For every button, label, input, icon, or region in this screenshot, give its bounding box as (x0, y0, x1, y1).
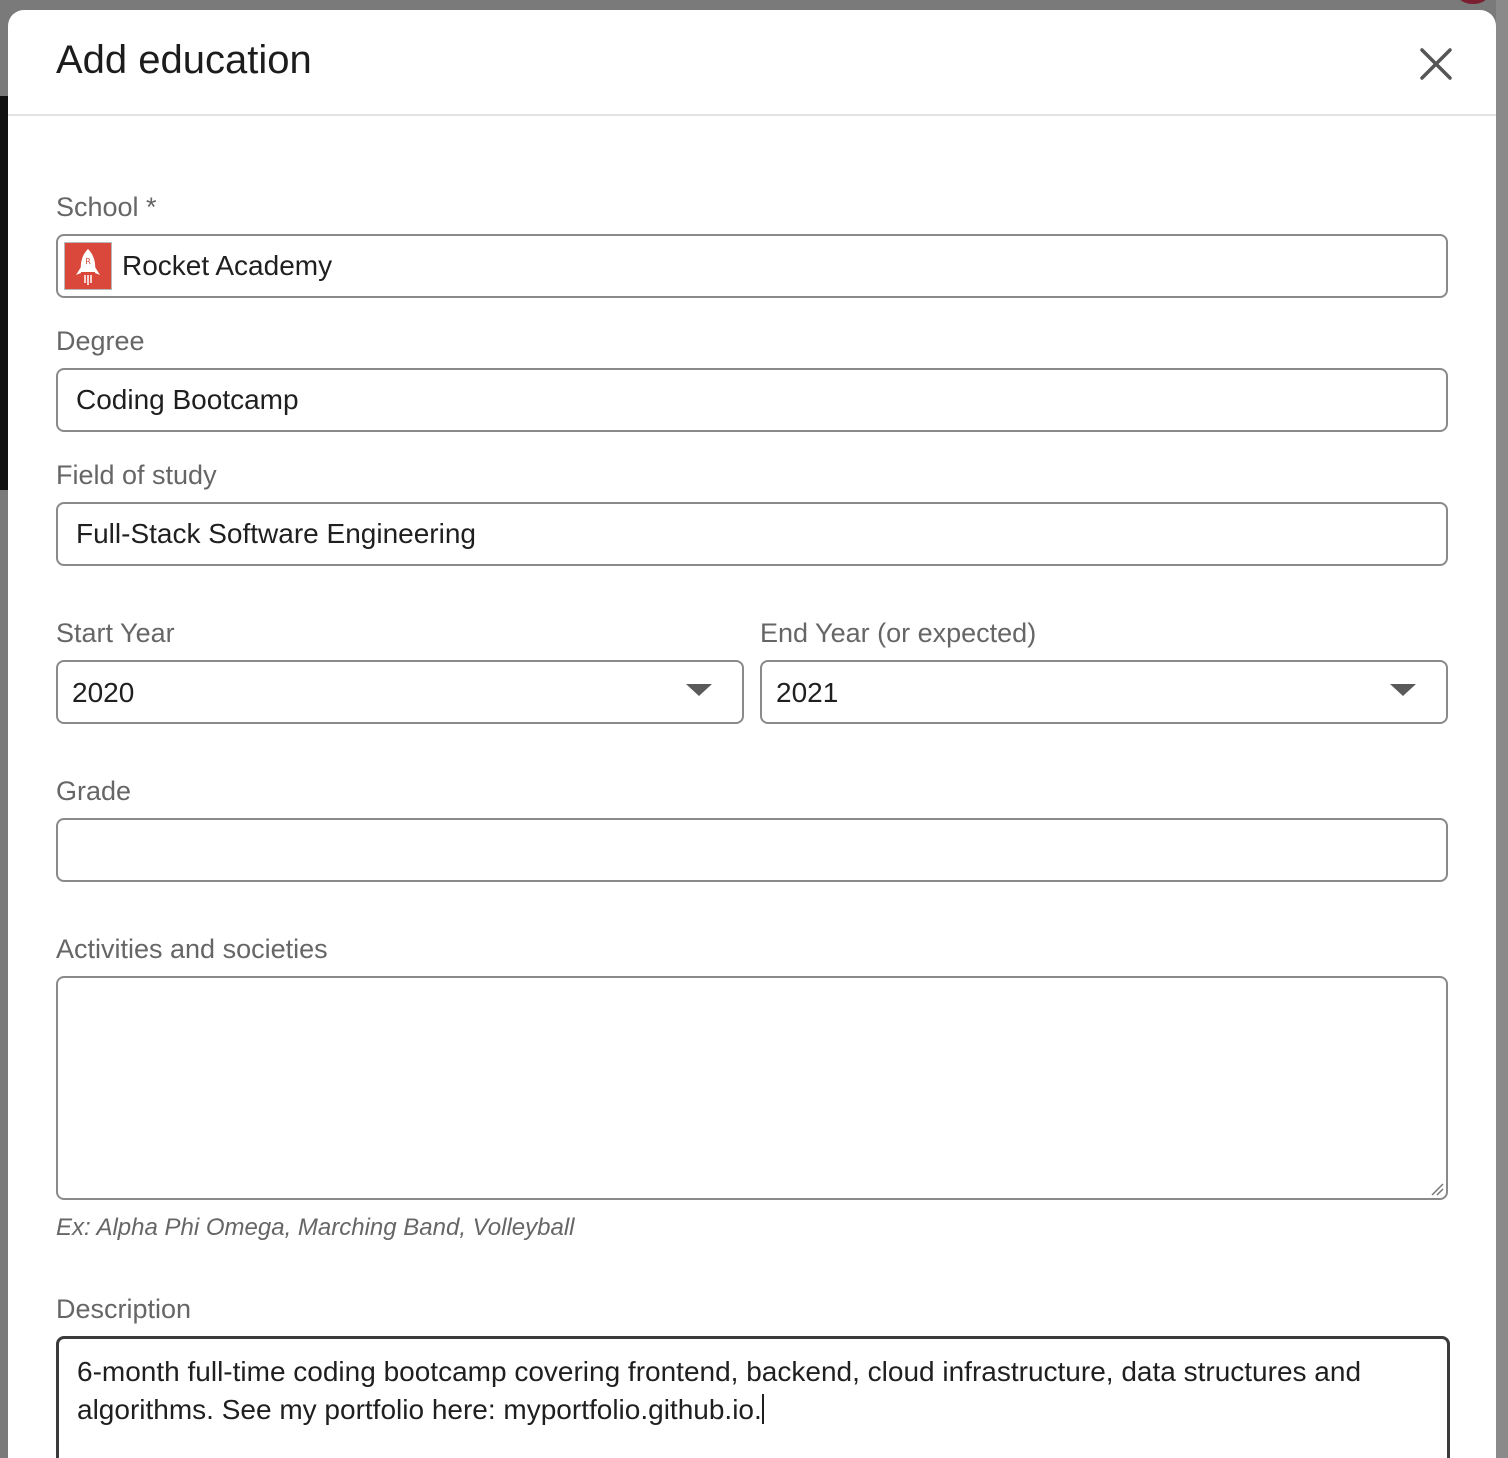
end-year-select[interactable]: 2021 (760, 660, 1448, 724)
start-year-select[interactable]: 2020 (56, 660, 744, 724)
close-icon (1420, 48, 1452, 80)
add-education-modal: Add education School * R Rocket Academy … (8, 10, 1496, 1458)
school-label: School * (56, 192, 157, 222)
svg-text:R: R (85, 257, 91, 266)
description-label: Description (56, 1294, 192, 1324)
description-textarea[interactable]: 6-month full-time coding bootcamp coveri… (56, 1336, 1450, 1458)
modal-header: Add education (8, 10, 1496, 116)
background-image-strip (0, 96, 8, 490)
grade-input[interactable] (56, 818, 1448, 882)
end-year-label: End Year (or expected) (760, 618, 1037, 648)
degree-label: Degree (56, 326, 145, 356)
modal-title: Add education (56, 38, 312, 82)
field-of-study-value: Full-Stack Software Engineering (76, 518, 476, 549)
close-button[interactable] (1412, 40, 1460, 88)
field-of-study-label: Field of study (56, 460, 217, 490)
resize-handle-icon[interactable] (1430, 1182, 1444, 1196)
grade-label: Grade (56, 776, 132, 806)
start-year-label: Start Year (56, 618, 175, 648)
rocket-academy-logo: R (64, 242, 112, 290)
degree-value: Coding Bootcamp (76, 384, 299, 415)
chevron-down-icon (686, 684, 712, 696)
degree-input[interactable]: Coding Bootcamp (56, 368, 1448, 432)
activities-hint: Ex: Alpha Phi Omega, Marching Band, Voll… (56, 1214, 575, 1241)
activities-label: Activities and societies (56, 934, 328, 964)
end-year-value: 2021 (776, 677, 839, 708)
school-input[interactable]: R Rocket Academy (56, 234, 1448, 298)
field-of-study-input[interactable]: Full-Stack Software Engineering (56, 502, 1448, 566)
background-page-edge (1496, 0, 1508, 1458)
activities-textarea[interactable] (56, 976, 1448, 1200)
school-value: Rocket Academy (122, 250, 333, 281)
description-content: 6-month full-time coding bootcamp coveri… (77, 1353, 1417, 1429)
text-cursor (761, 1394, 764, 1424)
start-year-value: 2020 (72, 677, 135, 708)
description-value: 6-month full-time coding bootcamp coveri… (77, 1356, 1362, 1425)
chevron-down-icon (1390, 684, 1416, 696)
